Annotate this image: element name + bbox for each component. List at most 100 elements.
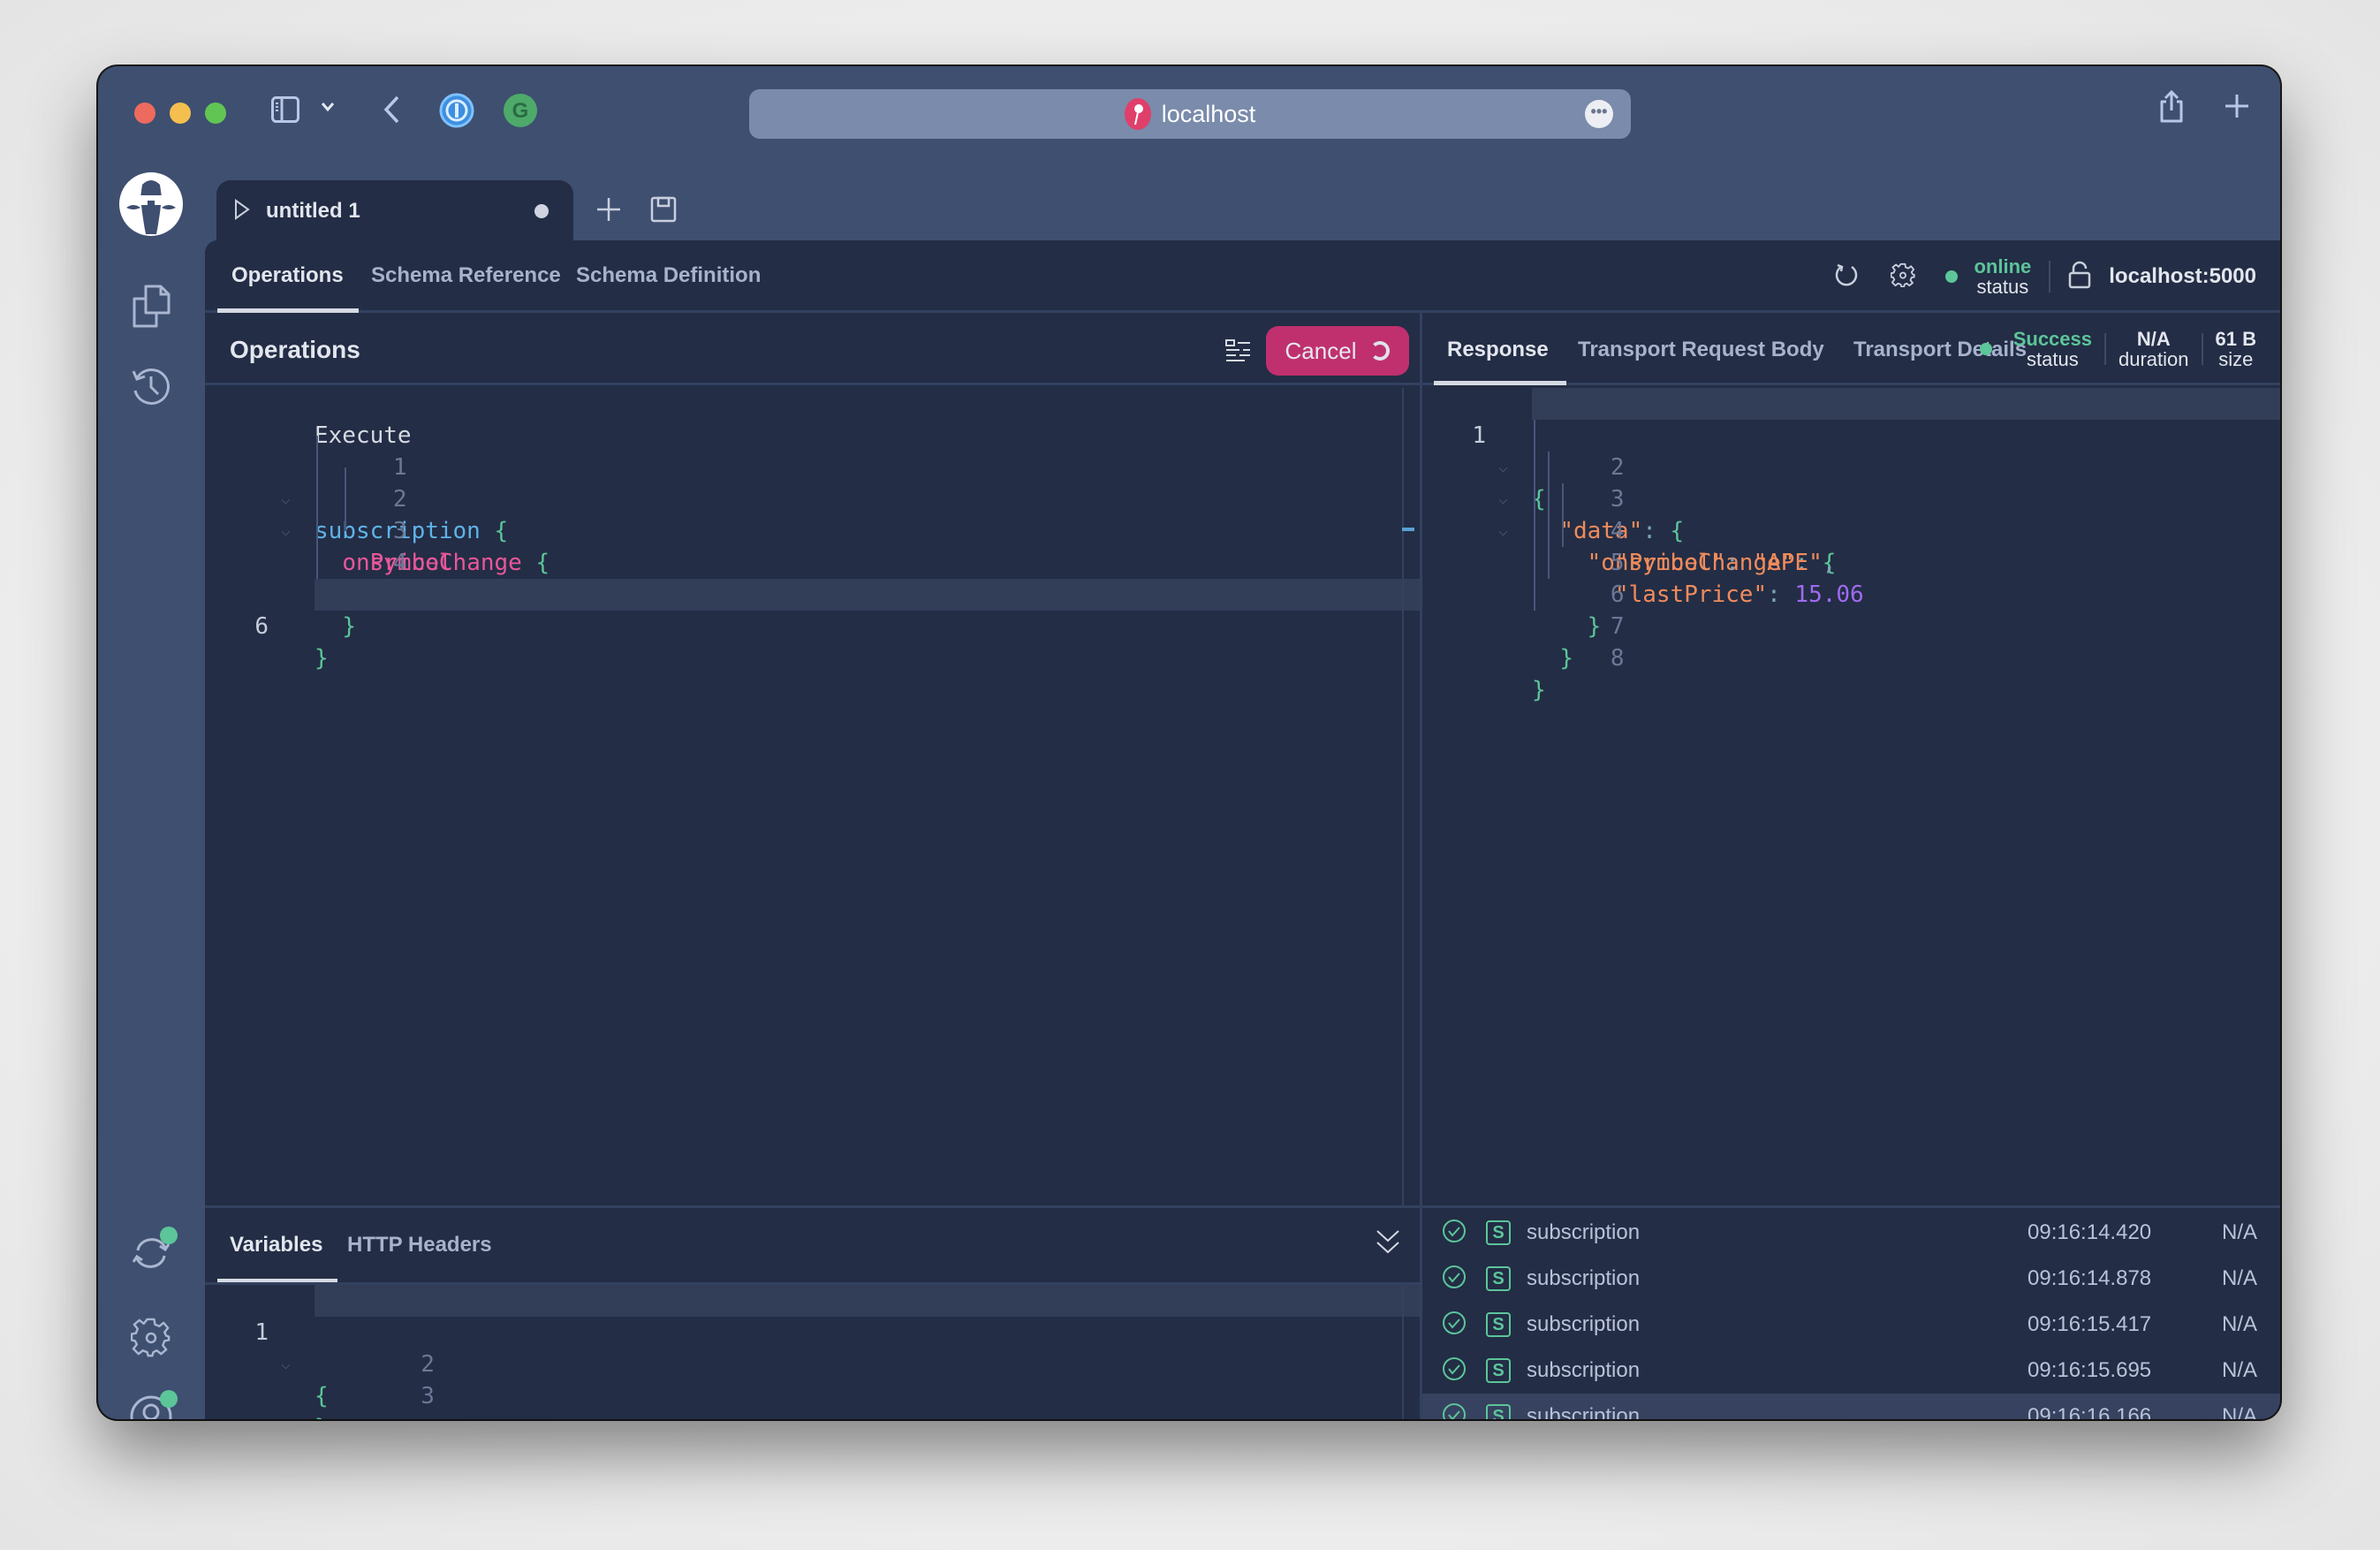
code-line-current: 6 } [254,579,1420,672]
check-circle-icon [1442,1311,1467,1340]
minimize-window-button[interactable] [170,103,191,124]
add-window-tab-button[interactable] [595,196,622,223]
check-circle-icon [1442,1402,1467,1419]
title-bar: G localhost ••• [98,66,2280,172]
altair-logo-icon[interactable] [119,172,183,236]
reload-icon[interactable] [1834,262,1859,293]
code-line: 7 } [1559,613,1625,672]
connection-settings-icon[interactable] [1891,262,1916,292]
window-tab-untitled[interactable]: untitled 1 [216,180,573,242]
url-text: localhost [1161,100,1256,127]
sync-icon[interactable] [126,1227,178,1278]
code-line: 2 ⌵ onPriceChange { [281,486,550,576]
operations-title: Operations [230,336,360,363]
top-navigation: Operations Schema Reference Schema Defin… [205,240,2280,313]
tab-response[interactable]: Response [1447,338,1549,362]
prettify-icon[interactable] [1225,338,1252,369]
address-bar[interactable]: localhost ••• [749,89,1631,139]
account-status-badge [160,1390,178,1408]
main-panel: Operations Schema Reference Schema Defin… [205,240,2280,1419]
response-viewer[interactable]: 1 ⌵ { 2 ⌵ "data": { 3 ⌵ "onPriceChange":… [1422,388,2280,1205]
indent-guide [1562,483,1564,547]
cancel-button[interactable]: Cancel [1266,326,1409,376]
code-line: 4 "symbol": "APE", [1610,518,1837,576]
new-tab-icon[interactable] [2224,93,2250,119]
code-line: 2 [421,1351,435,1378]
user-icon[interactable] [126,1390,178,1419]
tab-schema-reference[interactable]: Schema Reference [371,263,561,288]
tab-schema-definition[interactable]: Schema Definition [576,263,761,288]
history-operation: subscription [1527,1404,1641,1419]
subscription-type-badge: S [1486,1404,1511,1419]
history-duration: N/A [2221,1312,2257,1336]
history-timestamp: 09:16:15.417 [2028,1312,2152,1336]
response-duration: N/A duration [2119,327,2189,370]
floppy-icon[interactable] [650,196,677,223]
unlock-icon[interactable] [2068,261,2091,293]
operations-header: Operations Cancel [205,313,1420,385]
history-operation: subscription [1527,1358,1641,1382]
subscription-history: S subscription 09:16:14.420 N/A S subscr… [1422,1205,2280,1419]
history-row[interactable]: S subscription 09:16:15.417 N/A [1422,1302,2280,1348]
connection-status-value: online [1974,255,2032,277]
endpoint-url[interactable]: localhost:5000 [2109,264,2256,289]
editor-scrollbar[interactable] [1402,1285,1404,1419]
code-line: 6 } [1587,581,1625,640]
play-icon [234,198,250,224]
code-line-current: 1 ⌵ { [1472,388,2280,513]
history-row[interactable]: S subscription 09:16:14.420 N/A [1422,1210,2280,1256]
subscription-type-badge: S [1486,1220,1511,1245]
check-circle-icon [1442,1219,1467,1248]
more-options-icon[interactable]: ••• [1585,100,1613,128]
code-line: 5 } [205,547,1420,640]
subscription-type-badge: S [1486,1358,1511,1383]
sidebar-toggle-icon[interactable] [271,96,299,123]
chevron-down-icon[interactable] [321,102,335,112]
copy-icon[interactable] [126,282,176,331]
browser-window: G localhost ••• untitled 1 Operations Sc… [98,66,2280,1419]
app-sidebar [98,172,205,1419]
query-editor[interactable]: Execute 1 ⌵ subscription { 2 ⌵ onPriceCh… [205,388,1420,1205]
response-header: Response Transport Request Body Transpor… [1422,313,2280,385]
maximize-window-button[interactable] [205,103,226,124]
history-row[interactable]: S subscription 09:16:14.878 N/A [1422,1256,2280,1302]
unsaved-indicator[interactable] [534,204,549,218]
code-line: 3 ⌵ "onPriceChange": { [1498,486,1837,576]
tab-transport-request-body[interactable]: Transport Request Body [1578,338,1824,362]
history-duration: N/A [2221,1220,2257,1244]
share-icon[interactable] [2158,89,2185,125]
variables-pane: Variables HTTP Headers 1 ⌵ { 2 3 [205,1205,1420,1419]
history-operation: subscription [1527,1312,1641,1336]
history-row[interactable]: S subscription 09:16:15.695 N/A [1422,1348,2280,1394]
history-row[interactable]: S subscription 09:16:16.166 N/A [1422,1394,2280,1419]
indent-guide [1548,452,1550,579]
success-status-dot [1979,343,1992,355]
history-icon[interactable] [126,361,176,411]
response-size: 61 B size [2215,327,2256,370]
1password-icon[interactable] [439,93,474,128]
code-line: 5 "lastPrice": 15.06 [1610,550,1864,608]
tab-http-headers[interactable]: HTTP Headers [347,1233,492,1257]
codelens-execute[interactable]: Execute [205,388,1420,449]
code-line: 3 symbol [369,518,453,576]
variables-editor[interactable]: 1 ⌵ { 2 3 } [205,1285,1420,1419]
history-duration: N/A [2221,1358,2257,1382]
code-line-current: 1 ⌵ { [254,1285,1420,1409]
code-line: 8 } [1532,645,1625,703]
loading-spinner-icon [1370,341,1391,361]
code-line: 2 ⌵ "data": { [1498,454,1685,544]
editor-scrollbar[interactable] [1402,388,1404,1205]
gear-icon[interactable] [126,1312,176,1362]
tab-variables[interactable]: Variables [230,1233,322,1257]
scrollbar-marker [1402,528,1414,531]
history-duration: N/A [2221,1404,2257,1419]
tab-operations[interactable]: Operations [231,263,344,288]
close-window-button[interactable] [134,103,155,124]
subscription-type-badge: S [1486,1266,1511,1291]
svg-text:G: G [512,99,529,123]
back-icon[interactable] [383,95,400,125]
grammarly-icon[interactable]: G [503,93,538,128]
collapse-panel-icon[interactable] [1376,1229,1400,1260]
divider [2201,333,2203,365]
divider [2049,261,2051,293]
